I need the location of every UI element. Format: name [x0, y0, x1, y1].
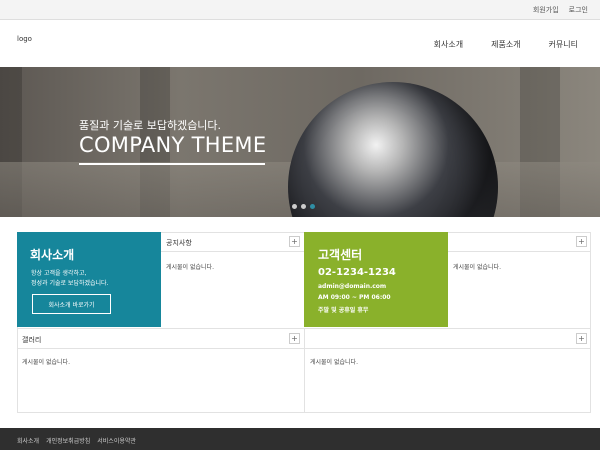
- nav-item-community[interactable]: 커뮤니티: [549, 39, 578, 50]
- hero-tagline: 품질과 기술로 보답하겠습니다.: [79, 119, 222, 132]
- nav-item-products[interactable]: 제품소개: [491, 39, 520, 50]
- notice-header: 공지사항 +: [161, 232, 304, 252]
- slider-dot-active[interactable]: [310, 204, 315, 209]
- hero-banner: 품질과 기술로 보답하겠습니다. COMPANY THEME: [0, 67, 600, 217]
- board-panel-right: + 게시물이 없습니다.: [448, 232, 591, 327]
- company-intro-desc: 항상 고객을 생각하고,: [31, 270, 87, 277]
- customer-center-card: 고객센터 02-1234-1234 admin@domain.com AM 09…: [304, 232, 448, 327]
- company-intro-desc: 정성과 기술로 보답하겠습니다.: [31, 280, 109, 287]
- customer-center-closed: 주말 및 공휴일 휴무: [318, 307, 369, 314]
- gallery-title[interactable]: 갤러리: [22, 335, 41, 345]
- board-right-header: +: [448, 232, 591, 252]
- board-bottom-empty-message: 게시물이 없습니다.: [310, 359, 358, 366]
- gallery-header: 갤러리 +: [17, 329, 304, 349]
- notice-empty-message: 게시물이 없습니다.: [166, 264, 214, 271]
- signup-link[interactable]: 회원가입: [533, 5, 559, 15]
- company-intro-title: 회사소개: [30, 248, 75, 262]
- board-bottom-header: +: [305, 329, 591, 349]
- notice-more-button[interactable]: +: [289, 236, 300, 247]
- hero-headline-underline: [79, 163, 265, 165]
- footer-links: 회사소개 개인정보취급방침 서비스이용약관: [17, 436, 136, 445]
- board-bottom-more-button[interactable]: +: [576, 333, 587, 344]
- slider-dots: [292, 204, 315, 209]
- company-intro-button[interactable]: 회사소개 바로가기: [32, 294, 111, 314]
- footer-link-terms[interactable]: 서비스이용약관: [97, 436, 136, 445]
- board-panel-bottom: + 게시물이 없습니다.: [304, 328, 591, 413]
- login-link[interactable]: 로그인: [569, 5, 588, 15]
- footer-link-privacy[interactable]: 개인정보취급방침: [46, 436, 90, 445]
- customer-center-phone: 02-1234-1234: [318, 267, 396, 278]
- board-right-more-button[interactable]: +: [576, 236, 587, 247]
- customer-center-hours: AM 09:00 ~ PM 06:00: [318, 294, 391, 301]
- top-utility-links: 회원가입 로그인: [533, 5, 588, 15]
- notice-panel: 공지사항 + 게시물이 없습니다.: [161, 232, 304, 327]
- gallery-panel: 갤러리 + 게시물이 없습니다.: [17, 328, 304, 413]
- hero-headline: COMPANY THEME: [79, 133, 267, 157]
- hero-chrome-sphere: [288, 82, 498, 217]
- slider-dot[interactable]: [301, 204, 306, 209]
- top-utility-bar: 회원가입 로그인: [0, 0, 600, 20]
- board-right-empty-message: 게시물이 없습니다.: [453, 264, 501, 271]
- main-nav: 회사소개 제품소개 커뮤니티: [434, 39, 578, 50]
- slider-dot[interactable]: [292, 204, 297, 209]
- gallery-more-button[interactable]: +: [289, 333, 300, 344]
- logo[interactable]: logo: [17, 35, 32, 43]
- company-intro-card: 회사소개 항상 고객을 생각하고, 정성과 기술로 보답하겠습니다. 회사소개 …: [17, 232, 161, 327]
- notice-title[interactable]: 공지사항: [166, 238, 192, 248]
- nav-item-company[interactable]: 회사소개: [434, 39, 463, 50]
- site-footer: 회사소개 개인정보취급방침 서비스이용약관: [0, 428, 600, 450]
- footer-link-company[interactable]: 회사소개: [17, 436, 39, 445]
- site-header: logo 회사소개 제품소개 커뮤니티: [0, 21, 600, 67]
- customer-center-title: 고객센터: [318, 248, 363, 262]
- customer-center-email: admin@domain.com: [318, 283, 387, 290]
- gallery-empty-message: 게시물이 없습니다.: [22, 359, 70, 366]
